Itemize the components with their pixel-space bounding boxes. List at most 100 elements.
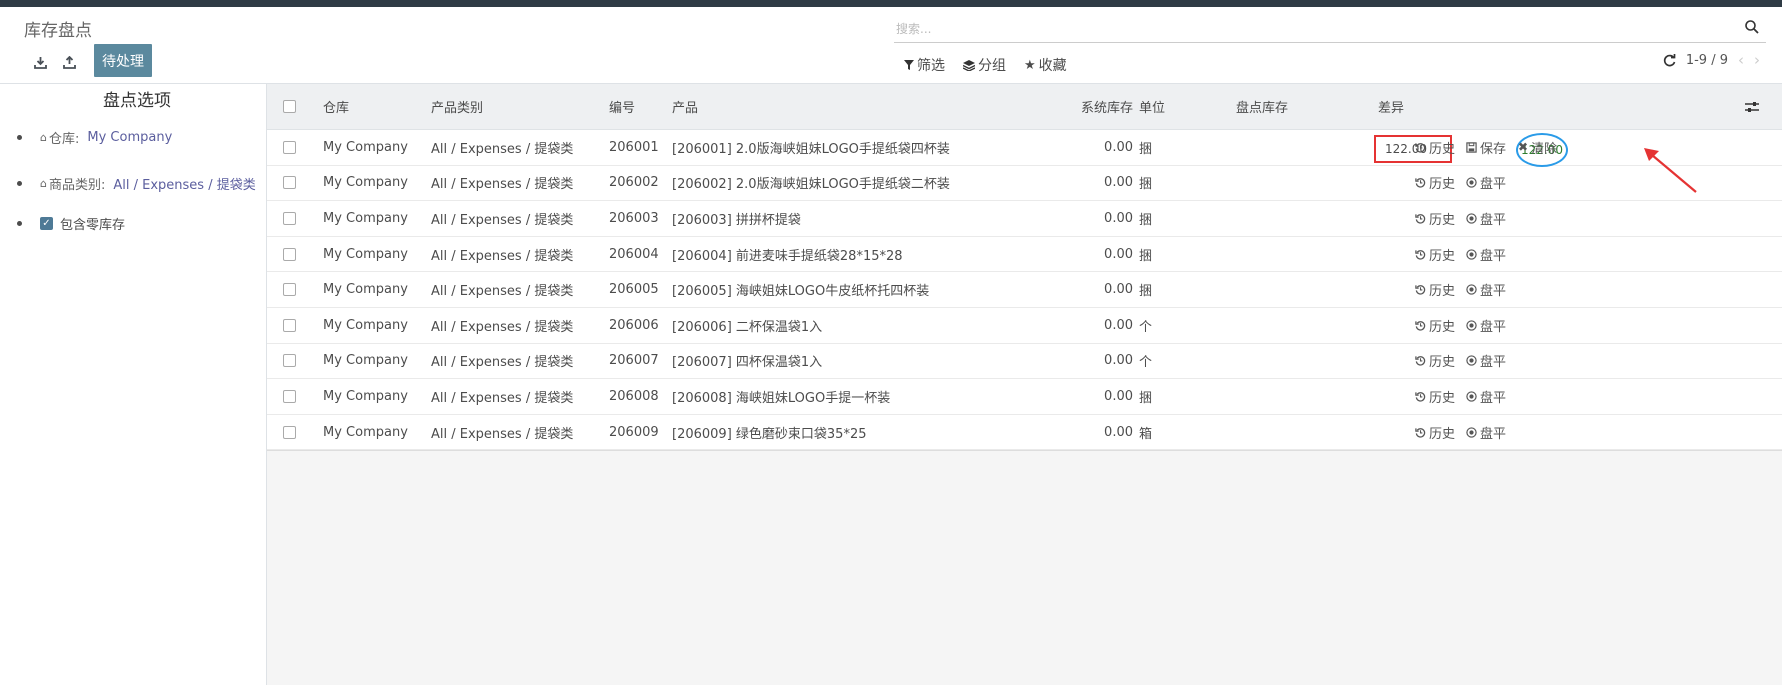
bullet <box>17 221 22 226</box>
table-row[interactable]: My Company All / Expenses / 提袋类 206005 [206… <box>267 272 1782 308</box>
cell-category: All / Expenses / 提袋类 <box>431 284 574 300</box>
category-label: 商品类别: <box>48 178 106 193</box>
balance-label: 盘平 <box>1480 319 1507 335</box>
column-settings-icon[interactable] <box>1745 84 1759 129</box>
chevron-left-icon[interactable]: ‹ <box>1738 51 1744 69</box>
cell-warehouse: My Company <box>323 282 408 298</box>
table-row[interactable]: My Company All / Expenses / 提袋类 206002 [206… <box>267 166 1782 202</box>
col-unit[interactable]: 单位 <box>1139 84 1165 129</box>
history-button[interactable]: 历史 <box>1415 344 1455 379</box>
pending-button[interactable]: 待处理 <box>94 44 152 77</box>
row-checkbox[interactable] <box>283 389 296 403</box>
balance-button[interactable]: 盘平 <box>1466 237 1506 272</box>
cell-code: 206006 <box>609 317 659 333</box>
cell-warehouse: My Company <box>323 317 408 333</box>
balance-icon <box>1466 320 1477 331</box>
chevron-right-icon[interactable]: › <box>1754 51 1760 69</box>
star-icon: ★ <box>1024 57 1036 73</box>
table-row[interactable]: My Company All / Expenses / 提袋类 206007 [206… <box>267 344 1782 380</box>
cell-code: 206004 <box>609 246 659 262</box>
col-code[interactable]: 编号 <box>609 84 635 129</box>
balance-icon <box>1466 284 1477 295</box>
select-all-checkbox[interactable] <box>283 100 296 113</box>
warehouse-value[interactable]: My Company <box>87 130 172 145</box>
history-icon <box>1415 320 1426 331</box>
zero-stock-option[interactable]: ✓ 包含零库存 <box>17 214 125 233</box>
table-body: My Company All / Expenses / 提袋类 206001 [206… <box>267 130 1782 451</box>
pager-value[interactable]: 1-9 / 9 <box>1686 53 1728 68</box>
balance-icon <box>1466 248 1477 260</box>
balance-button[interactable]: 盘平 <box>1466 344 1506 379</box>
row-checkbox[interactable] <box>283 211 296 225</box>
cell-code: 206005 <box>609 282 659 298</box>
inventory-table: 仓库 产品类别 编号 产品 系统库存 单位 盘点库存 差异 My Company… <box>267 84 1782 452</box>
row-checkbox[interactable] <box>283 425 296 439</box>
history-label: 历史 <box>1429 212 1456 228</box>
category-option[interactable]: ⌂ 商品类别: All / Expenses / 提袋类 <box>17 174 256 193</box>
cell-warehouse: My Company <box>323 139 408 155</box>
cell-product: [206008] 海峡姐妹LOGO手提一杯装 <box>672 390 891 406</box>
table-row[interactable]: My Company All / Expenses / 提袋类 206004 [206… <box>267 237 1782 273</box>
refresh-icon[interactable] <box>1663 53 1676 67</box>
history-label: 历史 <box>1429 355 1456 371</box>
save-label: 保存 <box>1480 141 1507 157</box>
history-button[interactable]: 历史 <box>1415 201 1455 236</box>
row-checkbox[interactable] <box>283 176 296 190</box>
cell-category: All / Expenses / 提袋类 <box>431 248 574 264</box>
table-row[interactable]: My Company All / Expenses / 提袋类 206009 [206… <box>267 415 1782 451</box>
search-icon[interactable] <box>1744 19 1760 35</box>
category-value[interactable]: All / Expenses / 提袋类 <box>113 174 255 193</box>
table-row[interactable]: My Company All / Expenses / 提袋类 206008 [206… <box>267 379 1782 415</box>
col-system-stock[interactable]: 系统库存 <box>1053 84 1133 129</box>
upload-icon[interactable] <box>58 51 80 73</box>
row-checkbox[interactable] <box>283 140 296 154</box>
filter-button[interactable]: 筛选 <box>904 55 945 75</box>
history-button[interactable]: 历史 <box>1415 166 1455 201</box>
table-row[interactable]: My Company All / Expenses / 提袋类 206003 [206… <box>267 201 1782 237</box>
history-button[interactable]: 历史 <box>1415 237 1455 272</box>
history-icon <box>1415 285 1426 295</box>
close-icon: ✖ <box>1518 140 1529 155</box>
table-row[interactable]: My Company All / Expenses / 提袋类 206001 [206… <box>267 130 1782 167</box>
warehouse-option[interactable]: ⌂ 仓库: My Company <box>17 128 172 147</box>
balance-icon <box>1466 426 1477 438</box>
balance-button[interactable]: 盘平 <box>1466 379 1506 414</box>
balance-button[interactable]: 盘平 <box>1466 415 1506 450</box>
col-product[interactable]: 产品 <box>672 84 698 129</box>
download-icon[interactable] <box>29 51 51 73</box>
history-button[interactable]: 历史 <box>1415 415 1455 450</box>
history-icon <box>1415 427 1426 438</box>
balance-button[interactable]: 盘平 <box>1466 166 1506 201</box>
col-category[interactable]: 产品类别 <box>431 84 483 129</box>
history-icon <box>1415 214 1426 224</box>
row-checkbox[interactable] <box>283 283 296 297</box>
history-button[interactable]: 历史 <box>1415 272 1455 307</box>
cell-system-stock: 0.00 <box>1104 353 1133 369</box>
cell-system-stock: 0.00 <box>1104 139 1133 155</box>
col-count-stock[interactable]: 盘点库存 <box>1236 84 1288 129</box>
save-icon <box>1466 142 1477 153</box>
table-row[interactable]: My Company All / Expenses / 提袋类 206006 [206… <box>267 308 1782 344</box>
row-checkbox[interactable] <box>283 318 296 332</box>
group-button[interactable]: 分组 <box>963 55 1006 75</box>
row-checkbox[interactable] <box>283 247 296 261</box>
history-button[interactable]: 历史 <box>1415 130 1455 165</box>
balance-button[interactable]: 盘平 <box>1466 201 1506 236</box>
save-button[interactable]: 保存 <box>1466 130 1506 165</box>
control-panel: 库存盘点 待处理 筛选 分组 ★ 收藏 1-9 / 9 ‹ › <box>0 7 1782 84</box>
favorite-button[interactable]: ★ 收藏 <box>1024 55 1067 75</box>
history-button[interactable]: 历史 <box>1415 308 1455 343</box>
cell-system-stock: 0.00 <box>1104 175 1133 191</box>
balance-button[interactable]: 盘平 <box>1466 308 1506 343</box>
col-difference[interactable]: 差异 <box>1378 84 1404 129</box>
row-checkbox[interactable] <box>283 354 296 368</box>
clear-button[interactable]: ✖ 清除 <box>1518 130 1557 165</box>
search-input[interactable] <box>896 19 1716 39</box>
cell-category: All / Expenses / 提袋类 <box>431 141 574 157</box>
warehouse-label: 仓库: <box>48 132 80 147</box>
col-warehouse[interactable]: 仓库 <box>323 84 349 129</box>
balance-label: 盘平 <box>1480 390 1507 406</box>
history-button[interactable]: 历史 <box>1415 379 1455 414</box>
balance-button[interactable]: 盘平 <box>1466 272 1506 307</box>
zero-stock-checkbox[interactable]: ✓ <box>40 217 53 230</box>
